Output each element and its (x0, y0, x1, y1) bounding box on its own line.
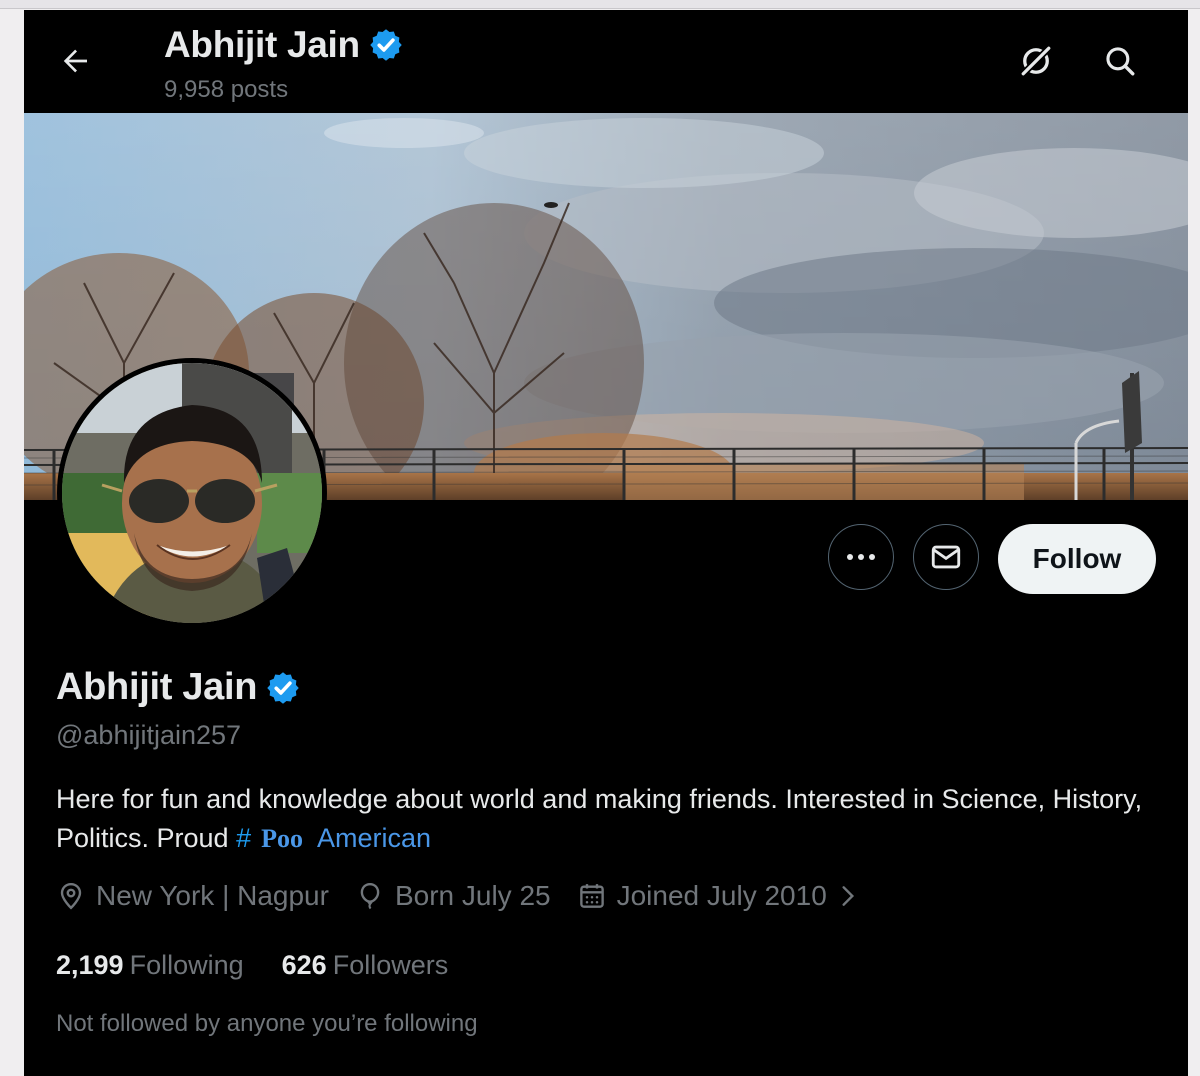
balloon-icon (360, 882, 380, 910)
bio-poo-text: Poo (261, 824, 304, 853)
following-label: Following (129, 950, 244, 980)
followers-count: 626 (281, 950, 327, 980)
grok-button[interactable] (1013, 38, 1059, 84)
message-button[interactable] (913, 524, 979, 590)
location-pin-icon (60, 882, 82, 910)
followers-link[interactable]: 626 Followers (282, 950, 449, 981)
mutual-followers-note: Not followed by anyone you’re following (56, 1010, 478, 1037)
profile-meta: New York | Nagpur Born July 25 Joined Ju… (56, 880, 887, 912)
joined-item[interactable]: Joined July 2010 (577, 880, 861, 912)
following-count: 2,199 (56, 950, 124, 980)
verified-badge-icon[interactable] (265, 670, 301, 706)
birthday-item: Born July 25 (355, 880, 551, 912)
more-options-button[interactable] (828, 524, 894, 590)
grok-icon (1020, 45, 1052, 77)
follow-button[interactable]: Follow (998, 524, 1156, 594)
profile-name-row: Abhijit Jain (56, 666, 301, 709)
profile-header: Abhijit Jain 9,958 posts (24, 10, 1188, 113)
search-button[interactable] (1097, 38, 1143, 84)
header-title: Abhijit Jain (164, 24, 404, 66)
following-link[interactable]: 2,199 Following (56, 950, 244, 981)
bio-text: Here for fun and knowledge about world a… (56, 784, 1143, 853)
back-button[interactable] (52, 38, 98, 84)
location-text: New York | Nagpur (96, 880, 329, 911)
follow-counts: 2,199 Following 626 Followers (56, 950, 486, 981)
bio-american-link[interactable]: American (317, 823, 431, 853)
profile-bio: Here for fun and knowledge about world a… (56, 780, 1156, 858)
profile-page: Abhijit Jain 9,958 posts Follow Abhijit … (24, 10, 1188, 1076)
profile-name: Abhijit Jain (56, 666, 258, 708)
verified-badge-icon (370, 29, 402, 61)
search-icon (1106, 47, 1135, 76)
arrow-left-icon (63, 49, 87, 73)
chevron-right-icon (842, 886, 854, 906)
browser-top-edge (0, 0, 1200, 9)
envelope-icon (931, 545, 961, 569)
bio-hashtag[interactable]: # (236, 823, 251, 853)
location-item: New York | Nagpur (56, 880, 329, 912)
post-count: 9,958 posts (164, 76, 289, 103)
calendar-icon (579, 884, 604, 908)
birthday-text: Born July 25 (394, 880, 551, 911)
followers-label: Followers (332, 950, 449, 980)
joined-text: Joined July 2010 (616, 880, 827, 911)
more-dots-icon (847, 554, 875, 560)
profile-avatar[interactable] (57, 358, 327, 628)
profile-handle: @abhijitjain257 (56, 720, 242, 750)
header-name: Abhijit Jain (164, 24, 360, 65)
